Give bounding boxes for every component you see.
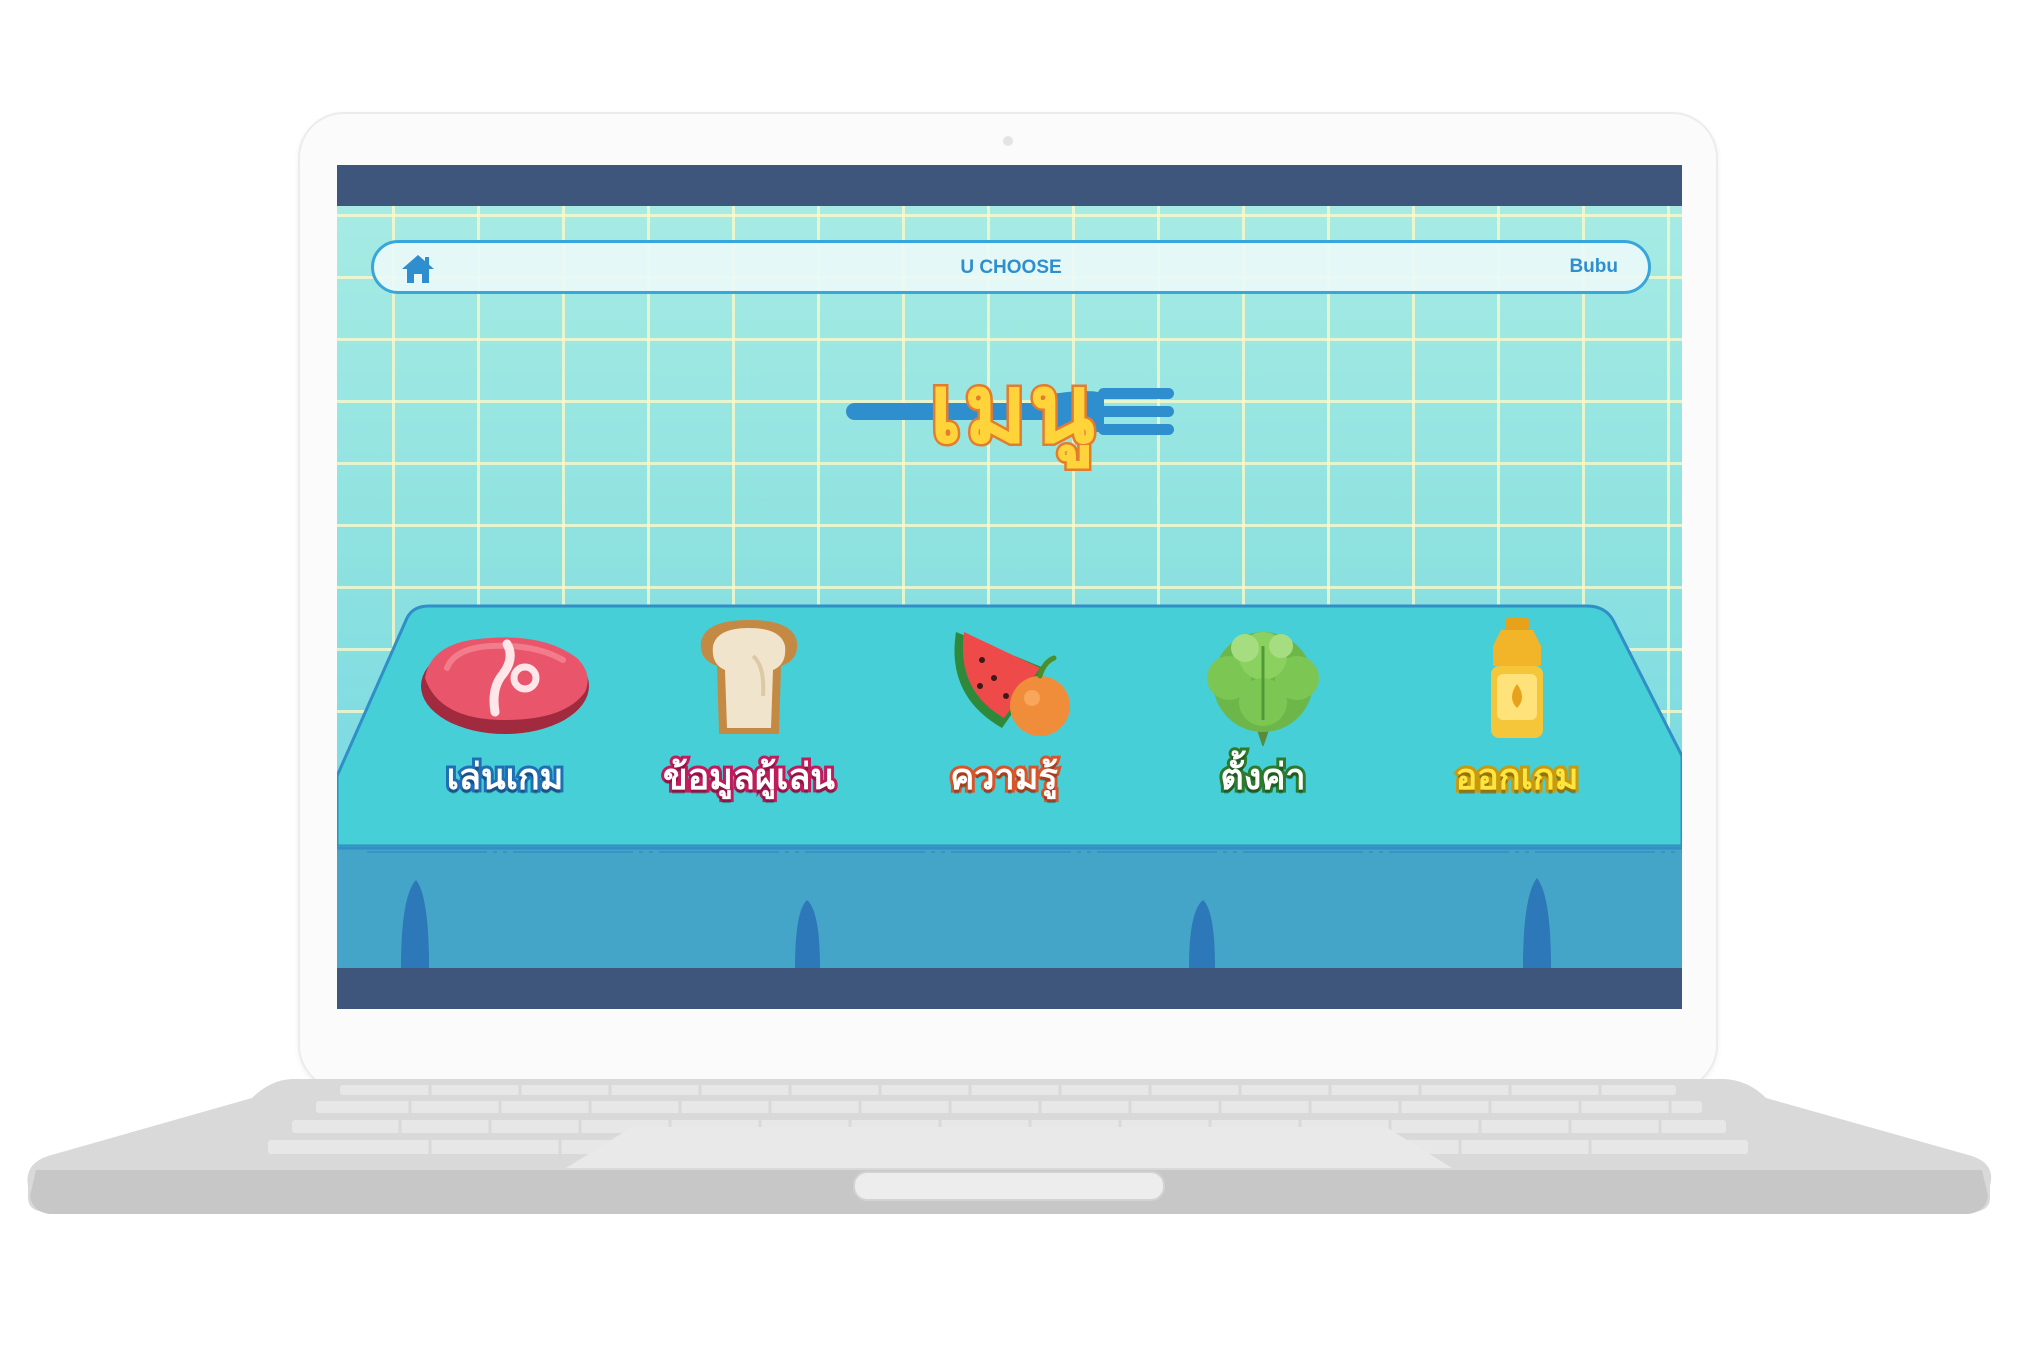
menu-item-profile[interactable]: ข้อมูลผู้เล่น [639, 616, 859, 816]
lettuce-icon [1207, 632, 1319, 746]
bread-slice-icon [700, 620, 798, 734]
menu-item-play[interactable]: เล่นเกม [395, 616, 615, 816]
hinge-notch [853, 1171, 1165, 1201]
menu-items: เล่นเกม ข้อมูลผู้เล่น ความรู้ ตั้งค่า ออ… [337, 206, 1682, 968]
oil-bottle-icon [1491, 618, 1543, 738]
touchpad [566, 1127, 1452, 1168]
laptop-screen: U CHOOSE Bubu เมนู เล่นเกม ข้อมูลผู้เล่น… [337, 165, 1682, 1009]
menu-item-label-exit: ออกเกม [1453, 754, 1582, 801]
menu-item-label-knowledge: ความรู้ [947, 754, 1061, 801]
game-screen: U CHOOSE Bubu เมนู เล่นเกม ข้อมูลผู้เล่น… [337, 206, 1682, 968]
menu-item-knowledge[interactable]: ความรู้ [894, 616, 1114, 816]
menu-item-settings[interactable]: ตั้งค่า [1153, 616, 1373, 816]
menu-item-label-profile: ข้อมูลผู้เล่น [660, 754, 838, 801]
menu-item-label-play: เล่นเกม [444, 754, 567, 801]
menu-item-exit[interactable]: ออกเกม [1407, 616, 1627, 816]
meat-steak-icon [421, 637, 589, 734]
watermelon-orange-icon [954, 632, 1070, 736]
menu-item-label-settings: ตั้งค่า [1217, 754, 1308, 801]
